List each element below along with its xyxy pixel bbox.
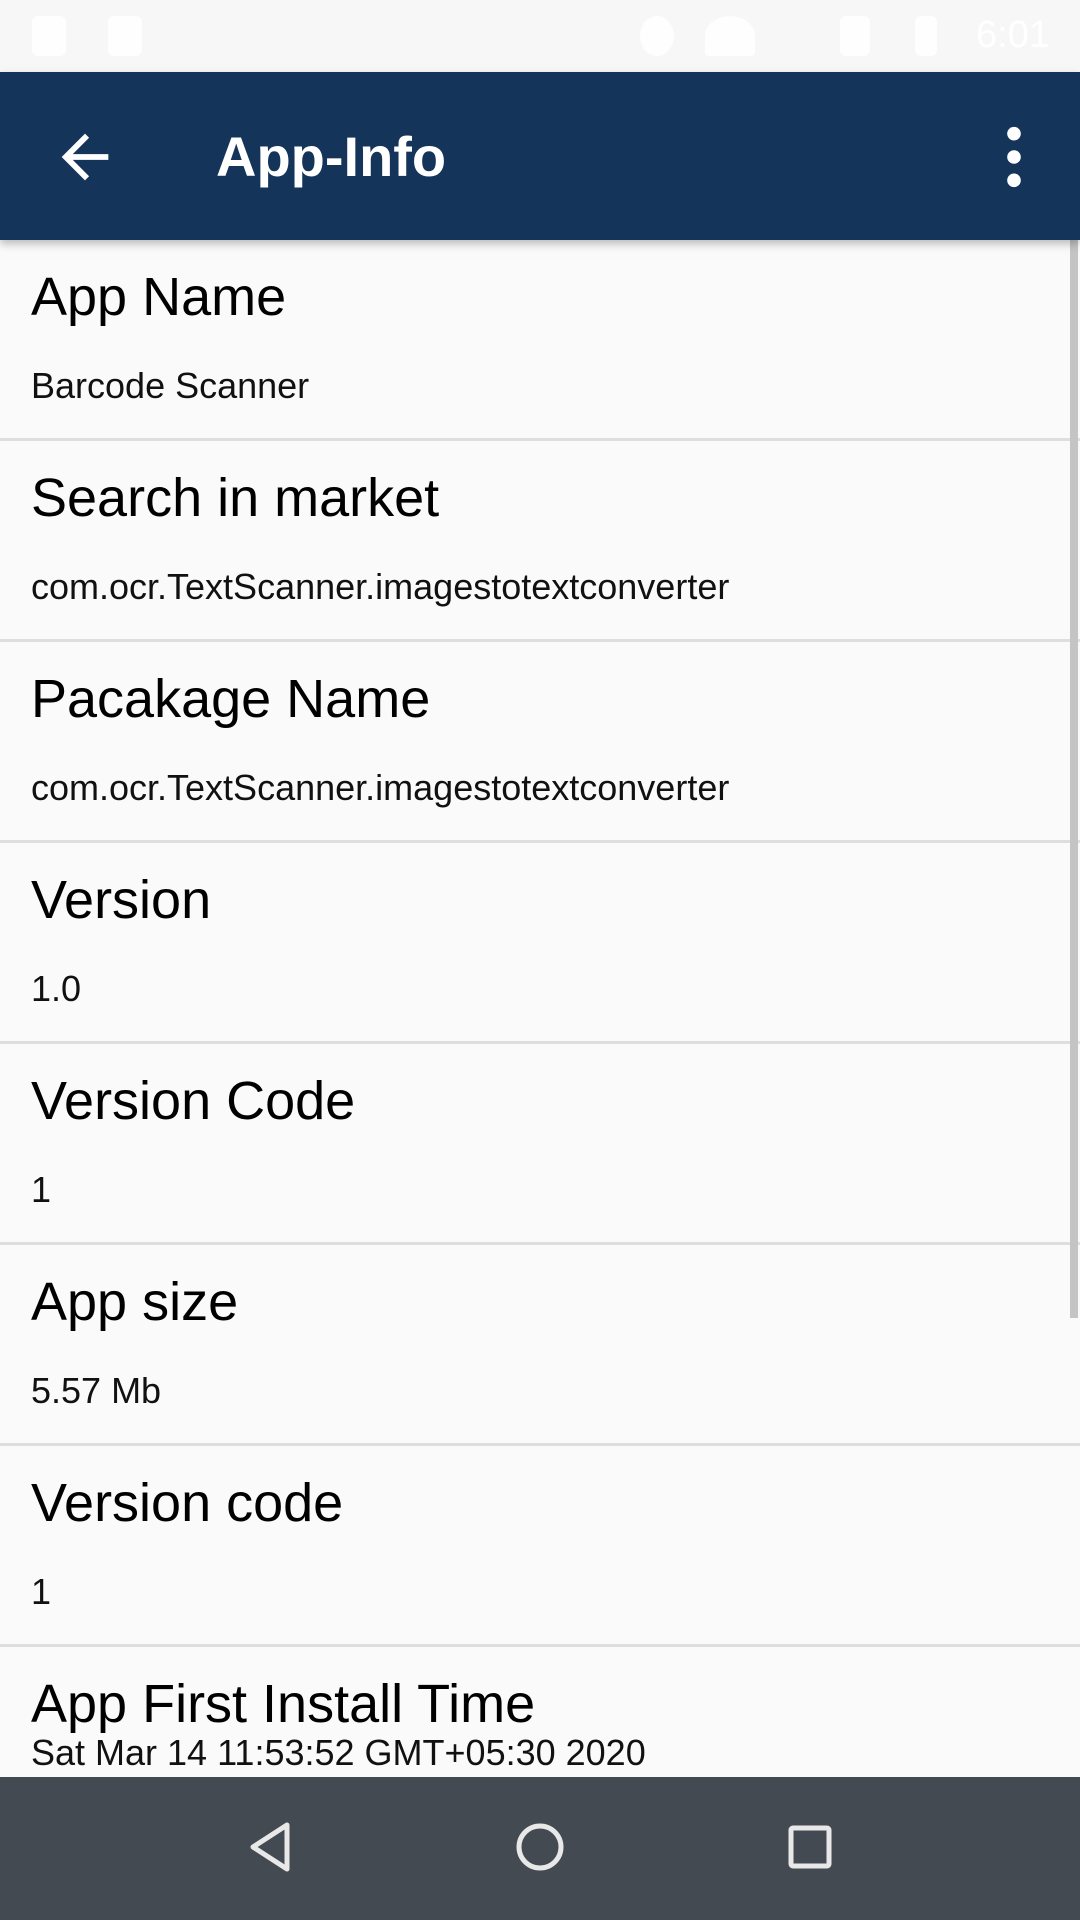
nav-home-icon[interactable] [510, 1817, 570, 1877]
info-label: Version Code [31, 1071, 356, 1131]
info-label: Version [31, 870, 212, 930]
image-notification-icon [108, 16, 142, 56]
info-value: 1 [31, 1571, 52, 1612]
app-bar: App-Info [0, 72, 1080, 240]
info-label: App First Install Time [31, 1674, 536, 1734]
notification-icon [32, 16, 66, 56]
info-value: Barcode Scanner [31, 365, 310, 406]
info-label: App Name [31, 267, 287, 327]
info-value: Sat Mar 14 11:53:52 GMT+05:30 2020 [31, 1732, 646, 1773]
info-value: 5.57 Mb [31, 1370, 162, 1411]
more-options-icon[interactable] [990, 122, 1038, 192]
info-label: Search in market [31, 468, 440, 528]
alarm-icon [640, 16, 674, 56]
info-row-package-name[interactable]: Pacakage Name com.ocr.TextScanner.imagest… [0, 642, 1080, 843]
status-time: 6:01 [976, 14, 1050, 56]
info-label: App size [31, 1272, 239, 1332]
info-value: 1 [31, 1169, 52, 1210]
battery-icon [915, 16, 937, 56]
back-arrow-icon[interactable] [50, 122, 120, 192]
page-title: App-Info [216, 125, 447, 188]
scrollbar[interactable] [1070, 240, 1078, 1318]
info-row-app-size[interactable]: App size 5.57 Mb [0, 1245, 1080, 1446]
wifi-icon [705, 16, 755, 56]
info-label: Pacakage Name [31, 669, 431, 729]
info-row-app-name[interactable]: App Name Barcode Scanner [0, 240, 1080, 441]
app-info-list: App Name Barcode Scanner Search in market… [0, 240, 1080, 1848]
info-row-version-code[interactable]: Version Code 1 [0, 1044, 1080, 1245]
status-bar: 6:01 [0, 0, 1080, 72]
info-label: Version code [31, 1473, 344, 1533]
info-row-version[interactable]: Version 1.0 [0, 843, 1080, 1044]
info-row-version-code-2[interactable]: Version code 1 [0, 1446, 1080, 1647]
info-value: com.ocr.TextScanner.imagestotextconverte… [31, 566, 730, 607]
signal-icon [840, 16, 870, 56]
nav-recents-icon[interactable] [785, 1817, 835, 1877]
info-value: com.ocr.TextScanner.imagestotextconverte… [31, 767, 730, 808]
info-row-search-in-market[interactable]: Search in market com.ocr.TextScanner.imag… [0, 441, 1080, 642]
system-nav-bar [0, 1777, 1080, 1920]
nav-back-icon[interactable] [245, 1817, 295, 1877]
info-value: 1.0 [31, 968, 82, 1009]
